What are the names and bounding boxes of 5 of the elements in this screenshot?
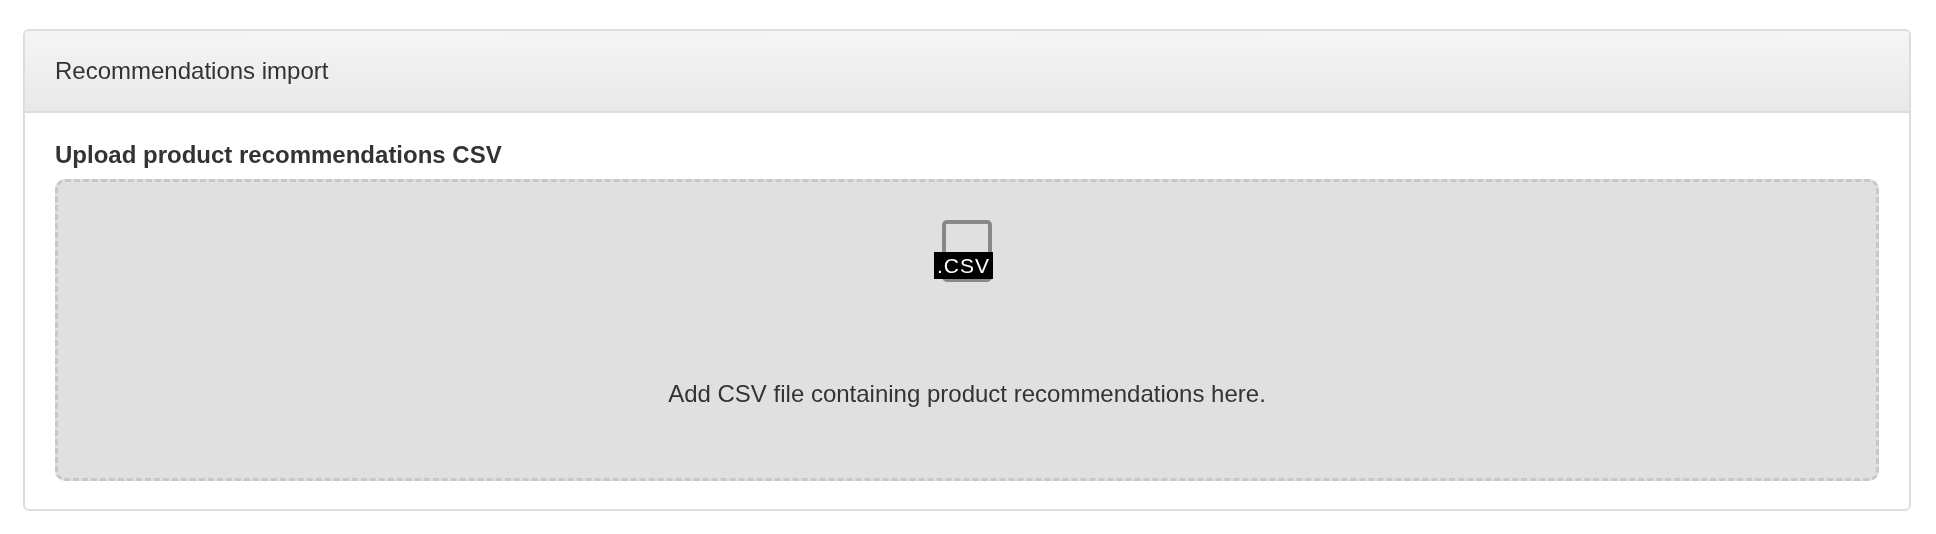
dropzone-message: Add CSV file containing product recommendations here.	[668, 380, 1266, 408]
panel-title: Recommendations import	[55, 57, 329, 85]
field-label: Upload product recommendations CSV	[55, 140, 503, 170]
file-dropzone[interactable]: .CSV Add CSV file containing product recommendations here.	[55, 179, 1879, 481]
file-type-label: .CSV	[934, 252, 993, 279]
